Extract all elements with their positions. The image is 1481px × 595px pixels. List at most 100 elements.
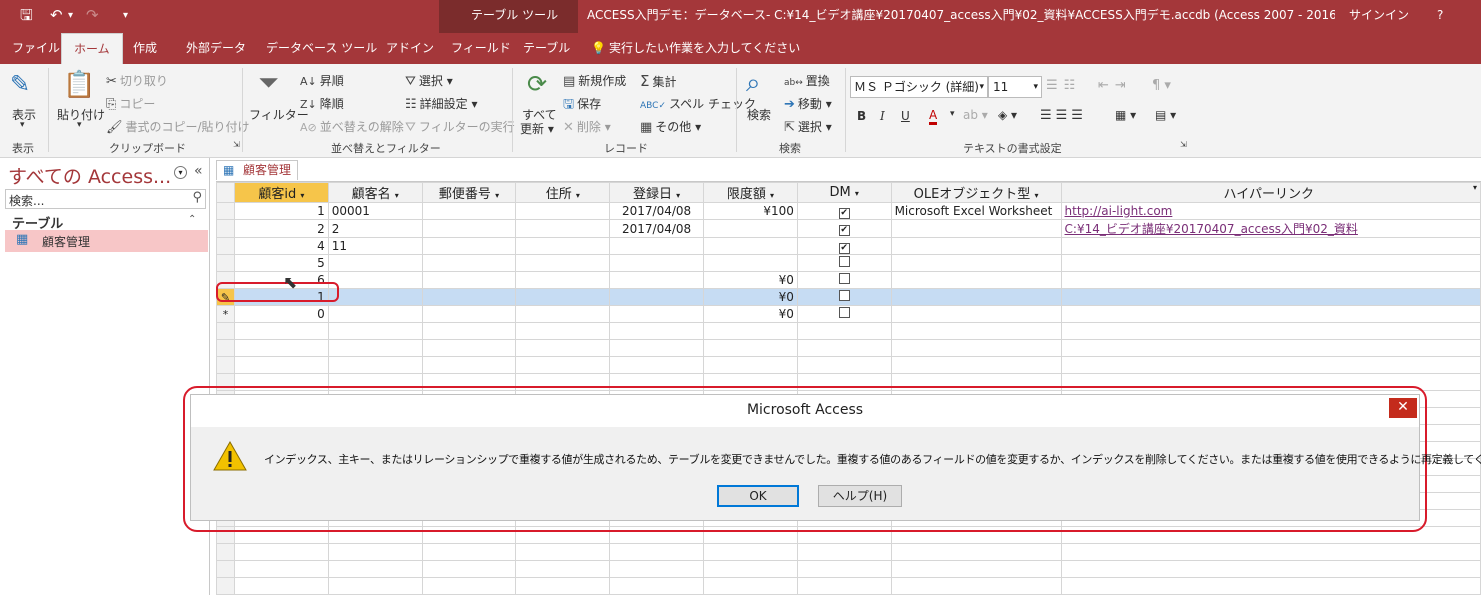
ascending-button[interactable]: A↓ 昇順 (300, 72, 344, 89)
doc-tab-customer[interactable]: ▦ 顧客管理 (216, 160, 298, 180)
select-all-corner[interactable] (216, 182, 235, 203)
cell-name[interactable]: 11 (327, 237, 423, 255)
cell-link[interactable]: C:¥14_ビデオ講座¥20170407_access入門¥02_資料 (1060, 219, 1481, 238)
cell-addr[interactable] (515, 288, 611, 306)
view-dropdown-icon[interactable]: ▾ (20, 120, 25, 130)
cell-dm[interactable]: ✔ (796, 237, 892, 255)
dm-checkbox[interactable]: ✔ (838, 225, 850, 236)
clipboard-launcher-icon[interactable]: ⇲ (233, 140, 240, 149)
tab-create[interactable]: 作成 (133, 33, 157, 64)
nav-menu-icon[interactable]: ▾ (174, 166, 187, 179)
table-row[interactable]: 2 2 2017/04/08 ✔ C:¥14_ビデオ講座¥20170407_access… (216, 219, 1481, 238)
cell-addr[interactable] (515, 305, 611, 323)
copy-button[interactable]: ⎘ コピー (106, 95, 155, 112)
cell-dm[interactable] (796, 254, 892, 272)
column-header[interactable]: 郵便番号 ▾ (421, 182, 517, 203)
collapse-pane-icon[interactable]: « (194, 163, 203, 179)
dm-checkbox[interactable]: ✔ (838, 242, 850, 254)
totals-button[interactable]: Σ 集計 (640, 72, 677, 90)
italic-button[interactable]: I (880, 109, 885, 123)
paste-icon[interactable]: 📋 (63, 70, 95, 100)
help-icon[interactable]: ? (1437, 0, 1443, 33)
table-row[interactable]: * 0 ¥0 (216, 305, 1481, 323)
cell-id[interactable]: 1 (233, 202, 329, 220)
selection-button[interactable]: ⛛ 選択 ▾ (405, 72, 453, 89)
replace-button[interactable]: ab↔ 置換 (784, 72, 830, 89)
highlight-icon[interactable]: ab ▾ (963, 108, 988, 122)
view-icon[interactable]: ✎ (10, 70, 30, 98)
cell-zip[interactable] (421, 305, 517, 323)
indent-icons[interactable]: ⇤⇥ (1098, 78, 1132, 93)
cell-dm[interactable] (796, 305, 892, 323)
cell-addr[interactable] (515, 254, 611, 272)
table-row[interactable]: 6 ¥0 (216, 271, 1481, 289)
column-header[interactable]: 限度額 ▾ (703, 182, 798, 203)
align-icons[interactable]: ☰☰☰ (1040, 108, 1087, 123)
font-name-select[interactable]: ＭＳ Ｐゴシック (詳細) ▾ (850, 76, 988, 98)
cell-limit[interactable] (703, 237, 798, 255)
column-header[interactable]: 登録日 ▾ (609, 182, 705, 203)
dm-checkbox[interactable] (838, 256, 850, 267)
tab-table[interactable]: テーブル (523, 33, 570, 64)
column-header[interactable]: 顧客id ▾ (233, 182, 329, 203)
cell-dm[interactable]: ✔ (796, 202, 892, 220)
cell-zip[interactable] (421, 219, 517, 238)
dm-checkbox[interactable] (838, 273, 850, 284)
remove-sort-button[interactable]: A⊘ 並べ替えの解除 (300, 118, 404, 135)
cell-id[interactable]: 4 (233, 237, 329, 255)
spelling-button[interactable]: ABC✓ スペル チェック (640, 95, 756, 112)
cell-link[interactable] (1060, 237, 1481, 255)
column-header[interactable]: 住所 ▾ (515, 182, 611, 203)
cell-date[interactable] (609, 271, 705, 289)
tell-me-input[interactable]: 実行したい作業を入力してください (609, 33, 800, 64)
cell-link[interactable] (1060, 271, 1481, 289)
cell-date[interactable] (609, 288, 705, 306)
record-selector[interactable] (216, 237, 235, 255)
cell-date[interactable] (609, 254, 705, 272)
record-selector[interactable] (216, 202, 235, 220)
find-button[interactable]: 検索 (747, 106, 771, 123)
table-row[interactable]: 4 11 ✔ (216, 237, 1481, 255)
cell-date[interactable] (609, 237, 705, 255)
font-color-dropdown-icon[interactable]: ▾ (950, 109, 955, 119)
new-record-selector[interactable]: * (216, 305, 235, 323)
column-header[interactable]: ハイパーリンク ▾ (1060, 182, 1481, 203)
bold-button[interactable]: B (857, 109, 866, 123)
funnel-icon[interactable]: ⏷ (258, 68, 279, 99)
refresh-icon[interactable]: ⟳ (527, 70, 547, 98)
refresh-all-button[interactable]: 更新 ▾ (520, 120, 554, 137)
help-button[interactable]: ヘルプ(H) (818, 485, 902, 507)
cell-ole[interactable] (890, 254, 1062, 272)
goto-button[interactable]: ➔ 移動 ▾ (784, 95, 832, 112)
cell-addr[interactable] (515, 219, 611, 238)
delete-record-button[interactable]: ✕ 削除 ▾ (563, 118, 611, 135)
cell-limit[interactable] (703, 219, 798, 238)
new-record-button[interactable]: ▤ 新規作成 (563, 72, 626, 89)
dm-checkbox[interactable] (838, 290, 850, 301)
table-row[interactable]: 5 (216, 254, 1481, 272)
cell-date[interactable] (609, 305, 705, 323)
save-icon[interactable]: 🖫 (20, 0, 33, 33)
cell-addr[interactable] (515, 202, 611, 220)
column-header[interactable]: DM ▾ (796, 182, 892, 203)
cell-date[interactable]: 2017/04/08 (609, 219, 705, 238)
nav-title[interactable]: すべての Access... (8, 162, 171, 189)
select-button[interactable]: ⇱ 選択 ▾ (784, 118, 832, 135)
cell-dm[interactable]: ✔ (796, 219, 892, 238)
cell-limit[interactable]: ¥0 (703, 271, 798, 289)
tab-home[interactable]: ホーム (61, 33, 123, 64)
dm-checkbox[interactable] (838, 307, 850, 318)
cell-limit[interactable]: ¥0 (703, 305, 798, 323)
cell-zip[interactable] (421, 271, 517, 289)
descending-button[interactable]: Z↓ 降順 (300, 95, 344, 112)
paste-dropdown-icon[interactable]: ▾ (77, 120, 82, 130)
font-color-icon[interactable]: A (929, 108, 938, 125)
cell-addr[interactable] (515, 237, 611, 255)
record-selector[interactable] (216, 254, 235, 272)
find-icon[interactable]: ⌕ (746, 68, 761, 99)
cell-ole[interactable] (890, 271, 1062, 289)
cell-link[interactable]: http://ai-light.com (1060, 202, 1481, 220)
undo-icon[interactable]: ↶ (50, 0, 63, 33)
section-collapse-icon[interactable]: ⌃ (188, 214, 196, 225)
cell-limit[interactable]: ¥100 (703, 202, 798, 220)
